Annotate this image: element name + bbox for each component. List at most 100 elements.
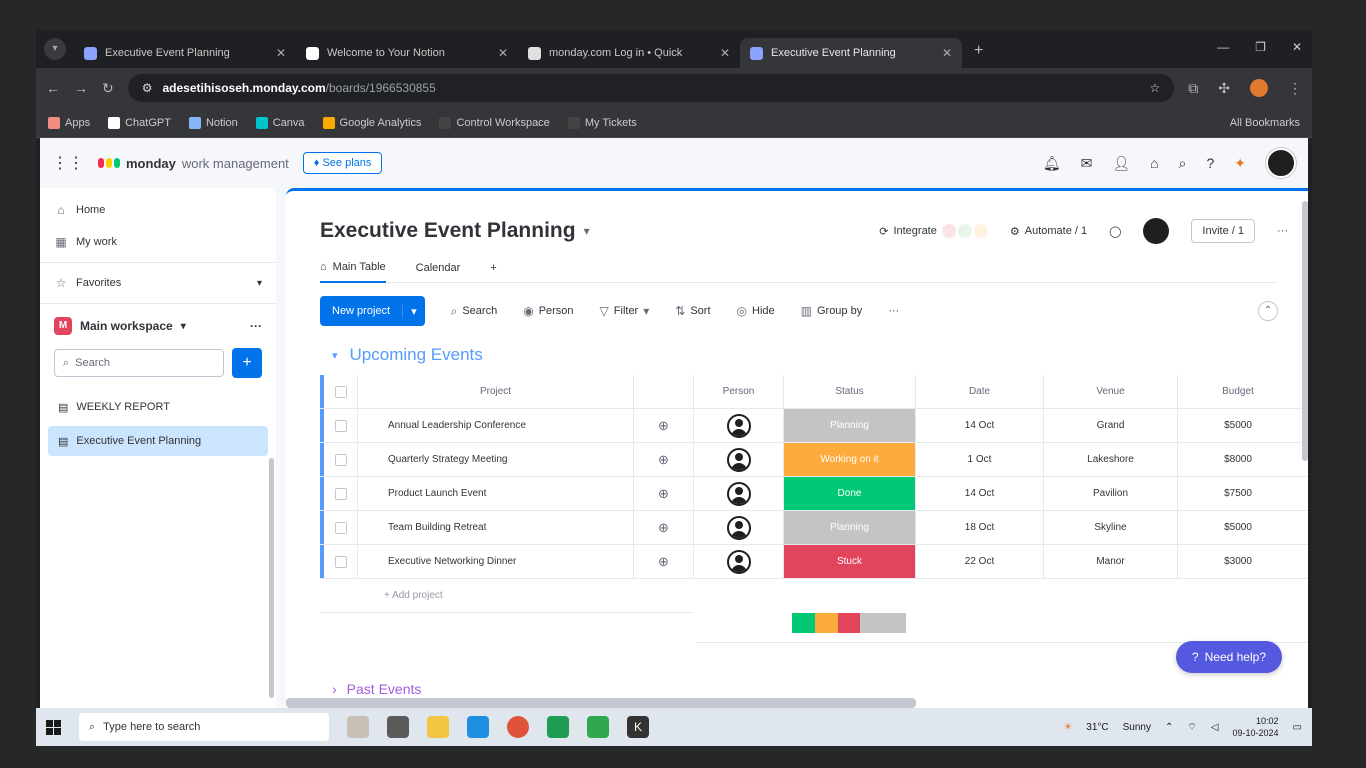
more-options-icon[interactable]: ···	[888, 305, 899, 317]
date-cell[interactable]: 14 Oct	[916, 409, 1044, 442]
chat-icon[interactable]: ◯	[1109, 225, 1121, 238]
budget-cell[interactable]: $3000	[1178, 545, 1298, 578]
add-update-icon[interactable]: ⊕	[634, 443, 694, 476]
select-all-checkbox[interactable]	[324, 375, 358, 408]
status-summary-bar[interactable]	[792, 612, 906, 633]
bookmark[interactable]: ChatGPT	[108, 116, 171, 129]
bookmark[interactable]: Control Workspace	[439, 116, 550, 129]
row-checkbox[interactable]	[324, 511, 358, 544]
windows-start-icon[interactable]	[46, 719, 61, 735]
date-cell[interactable]: 1 Oct	[916, 443, 1044, 476]
browser-tab[interactable]: Executive Event Planning ✕	[74, 38, 296, 68]
project-name-cell[interactable]: Annual Leadership Conference	[358, 409, 634, 442]
person-filter-action[interactable]: ◉ Person	[523, 304, 573, 318]
venue-cell[interactable]: Skyline	[1044, 511, 1178, 544]
row-checkbox[interactable]	[324, 443, 358, 476]
row-checkbox[interactable]	[324, 545, 358, 578]
table-row[interactable]: Quarterly Strategy Meeting ⊕ Working on it…	[320, 443, 1308, 477]
file-explorer-icon[interactable]	[427, 716, 449, 738]
person-cell[interactable]	[694, 409, 784, 442]
tab-main-table[interactable]: ⌂ Main Table	[320, 253, 386, 283]
budget-cell[interactable]: $5000	[1178, 409, 1298, 442]
board-avatar[interactable]	[1143, 218, 1170, 244]
column-header[interactable]: Venue	[1044, 375, 1178, 408]
chevron-up-icon[interactable]: ⌃	[1165, 722, 1173, 733]
reload-icon[interactable]: ↻	[102, 80, 114, 97]
person-cell[interactable]	[694, 443, 784, 476]
address-bar[interactable]: ⚙ adesetihisoseh.monday.com/boards/19665…	[127, 74, 1175, 102]
add-update-icon[interactable]: ⊕	[634, 511, 694, 544]
browser-tab[interactable]: Welcome to Your Notion ✕	[296, 38, 518, 68]
network-icon[interactable]: ⌔	[1187, 721, 1196, 734]
clock[interactable]: 10:02 09-10-2024	[1233, 715, 1279, 739]
board-title[interactable]: Executive Event Planning	[320, 219, 576, 243]
browser-tab-active[interactable]: Executive Event Planning ✕	[740, 38, 962, 68]
more-options-icon[interactable]: ···	[1277, 225, 1288, 237]
group-title[interactable]: ▾ Upcoming Events	[332, 345, 483, 365]
close-tab-icon[interactable]: ✕	[276, 46, 286, 60]
status-cell[interactable]: Planning	[784, 511, 916, 544]
see-plans-button[interactable]: ♦ See plans	[302, 152, 383, 174]
status-cell[interactable]: Working on it	[784, 443, 916, 476]
invite-button[interactable]: Invite / 1	[1191, 219, 1255, 243]
all-bookmarks[interactable]: All Bookmarks	[1230, 117, 1300, 129]
hide-action[interactable]: ◎ Hide	[737, 304, 775, 318]
taskbar-search-input[interactable]: ⌕ Type here to search	[79, 713, 329, 741]
collapse-header-icon[interactable]: ⌃	[1258, 301, 1278, 321]
date-cell[interactable]: 14 Oct	[916, 477, 1044, 510]
status-cell[interactable]: Planning	[784, 409, 916, 442]
inbox-icon[interactable]: ✉	[1081, 155, 1093, 172]
user-avatar[interactable]	[1266, 148, 1296, 178]
integrate-button[interactable]: ⟳ Integrate	[879, 224, 988, 238]
sidebar-item-my-work[interactable]: ▦ My work	[40, 226, 276, 258]
sidebar-board-executive-event-planning[interactable]: ▤ Executive Event Planning	[48, 426, 268, 456]
search-highlight-icon[interactable]	[347, 716, 369, 738]
monday-logo[interactable]: monday work management	[98, 156, 289, 171]
person-cell[interactable]	[694, 511, 784, 544]
chevron-down-icon[interactable]: ▾	[332, 349, 338, 362]
puzzle-icon[interactable]: ✣	[1218, 80, 1230, 97]
chevron-down-icon[interactable]: ▾	[584, 224, 590, 238]
project-name-cell[interactable]: Product Launch Event	[358, 477, 634, 510]
more-options-icon[interactable]: ···	[250, 319, 262, 333]
forward-icon[interactable]: →	[74, 80, 88, 96]
date-cell[interactable]: 18 Oct	[916, 511, 1044, 544]
date-cell[interactable]: 22 Oct	[916, 545, 1044, 578]
add-update-icon[interactable]: ⊕	[634, 409, 694, 442]
budget-cell[interactable]: $8000	[1178, 443, 1298, 476]
sidebar-item-home[interactable]: ⌂ Home	[40, 194, 276, 226]
budget-cell[interactable]: $5000	[1178, 511, 1298, 544]
apps-grid-icon[interactable]: ⋮⋮	[52, 153, 84, 173]
budget-cell[interactable]: $7500	[1178, 477, 1298, 510]
bookmark[interactable]: Google Analytics	[322, 116, 421, 129]
table-row[interactable]: Executive Networking Dinner ⊕ Stuck 22 Oct M…	[320, 545, 1308, 579]
project-name-cell[interactable]: Quarterly Strategy Meeting	[358, 443, 634, 476]
new-project-button[interactable]: New project ▾	[320, 296, 425, 326]
add-item-row[interactable]: + Add project	[320, 579, 694, 613]
sort-action[interactable]: ⇅ Sort	[675, 304, 710, 318]
group-by-action[interactable]: ▥ Group by	[801, 304, 863, 318]
profile-avatar[interactable]	[1250, 79, 1268, 97]
person-cell[interactable]	[694, 477, 784, 510]
chevron-down-icon[interactable]: ▾	[257, 278, 262, 289]
venue-cell[interactable]: Grand	[1044, 409, 1178, 442]
search-action[interactable]: ⌕ Search	[451, 304, 498, 319]
status-cell[interactable]: Stuck	[784, 545, 916, 578]
workspace-selector[interactable]: M Main workspace ▾ ···	[40, 308, 276, 344]
task-view-icon[interactable]	[387, 716, 409, 738]
extensions-icon[interactable]: ⧉	[1188, 80, 1198, 97]
bookmark-star-icon[interactable]: ☆	[1150, 81, 1161, 95]
chevron-down-icon[interactable]: ▾	[402, 304, 425, 318]
need-help-button[interactable]: ? Need help?	[1175, 641, 1282, 673]
venue-cell[interactable]: Manor	[1044, 545, 1178, 578]
help-icon[interactable]: ?	[1206, 155, 1214, 171]
bookmark[interactable]: Apps	[48, 116, 90, 129]
sidebar-board-weekly-report[interactable]: ▤ WEEKLY REPORT	[48, 392, 268, 422]
column-header[interactable]: Status	[784, 375, 916, 408]
notifications-icon[interactable]: 🔔︎	[1043, 155, 1061, 172]
column-header[interactable]: Date	[916, 375, 1044, 408]
project-name-cell[interactable]: Team Building Retreat	[358, 511, 634, 544]
sidebar-item-favorites[interactable]: ☆ Favorites ▾	[40, 267, 276, 299]
table-row[interactable]: Annual Leadership Conference ⊕ Planning 14 …	[320, 409, 1308, 443]
minimize-icon[interactable]: —	[1217, 40, 1229, 54]
